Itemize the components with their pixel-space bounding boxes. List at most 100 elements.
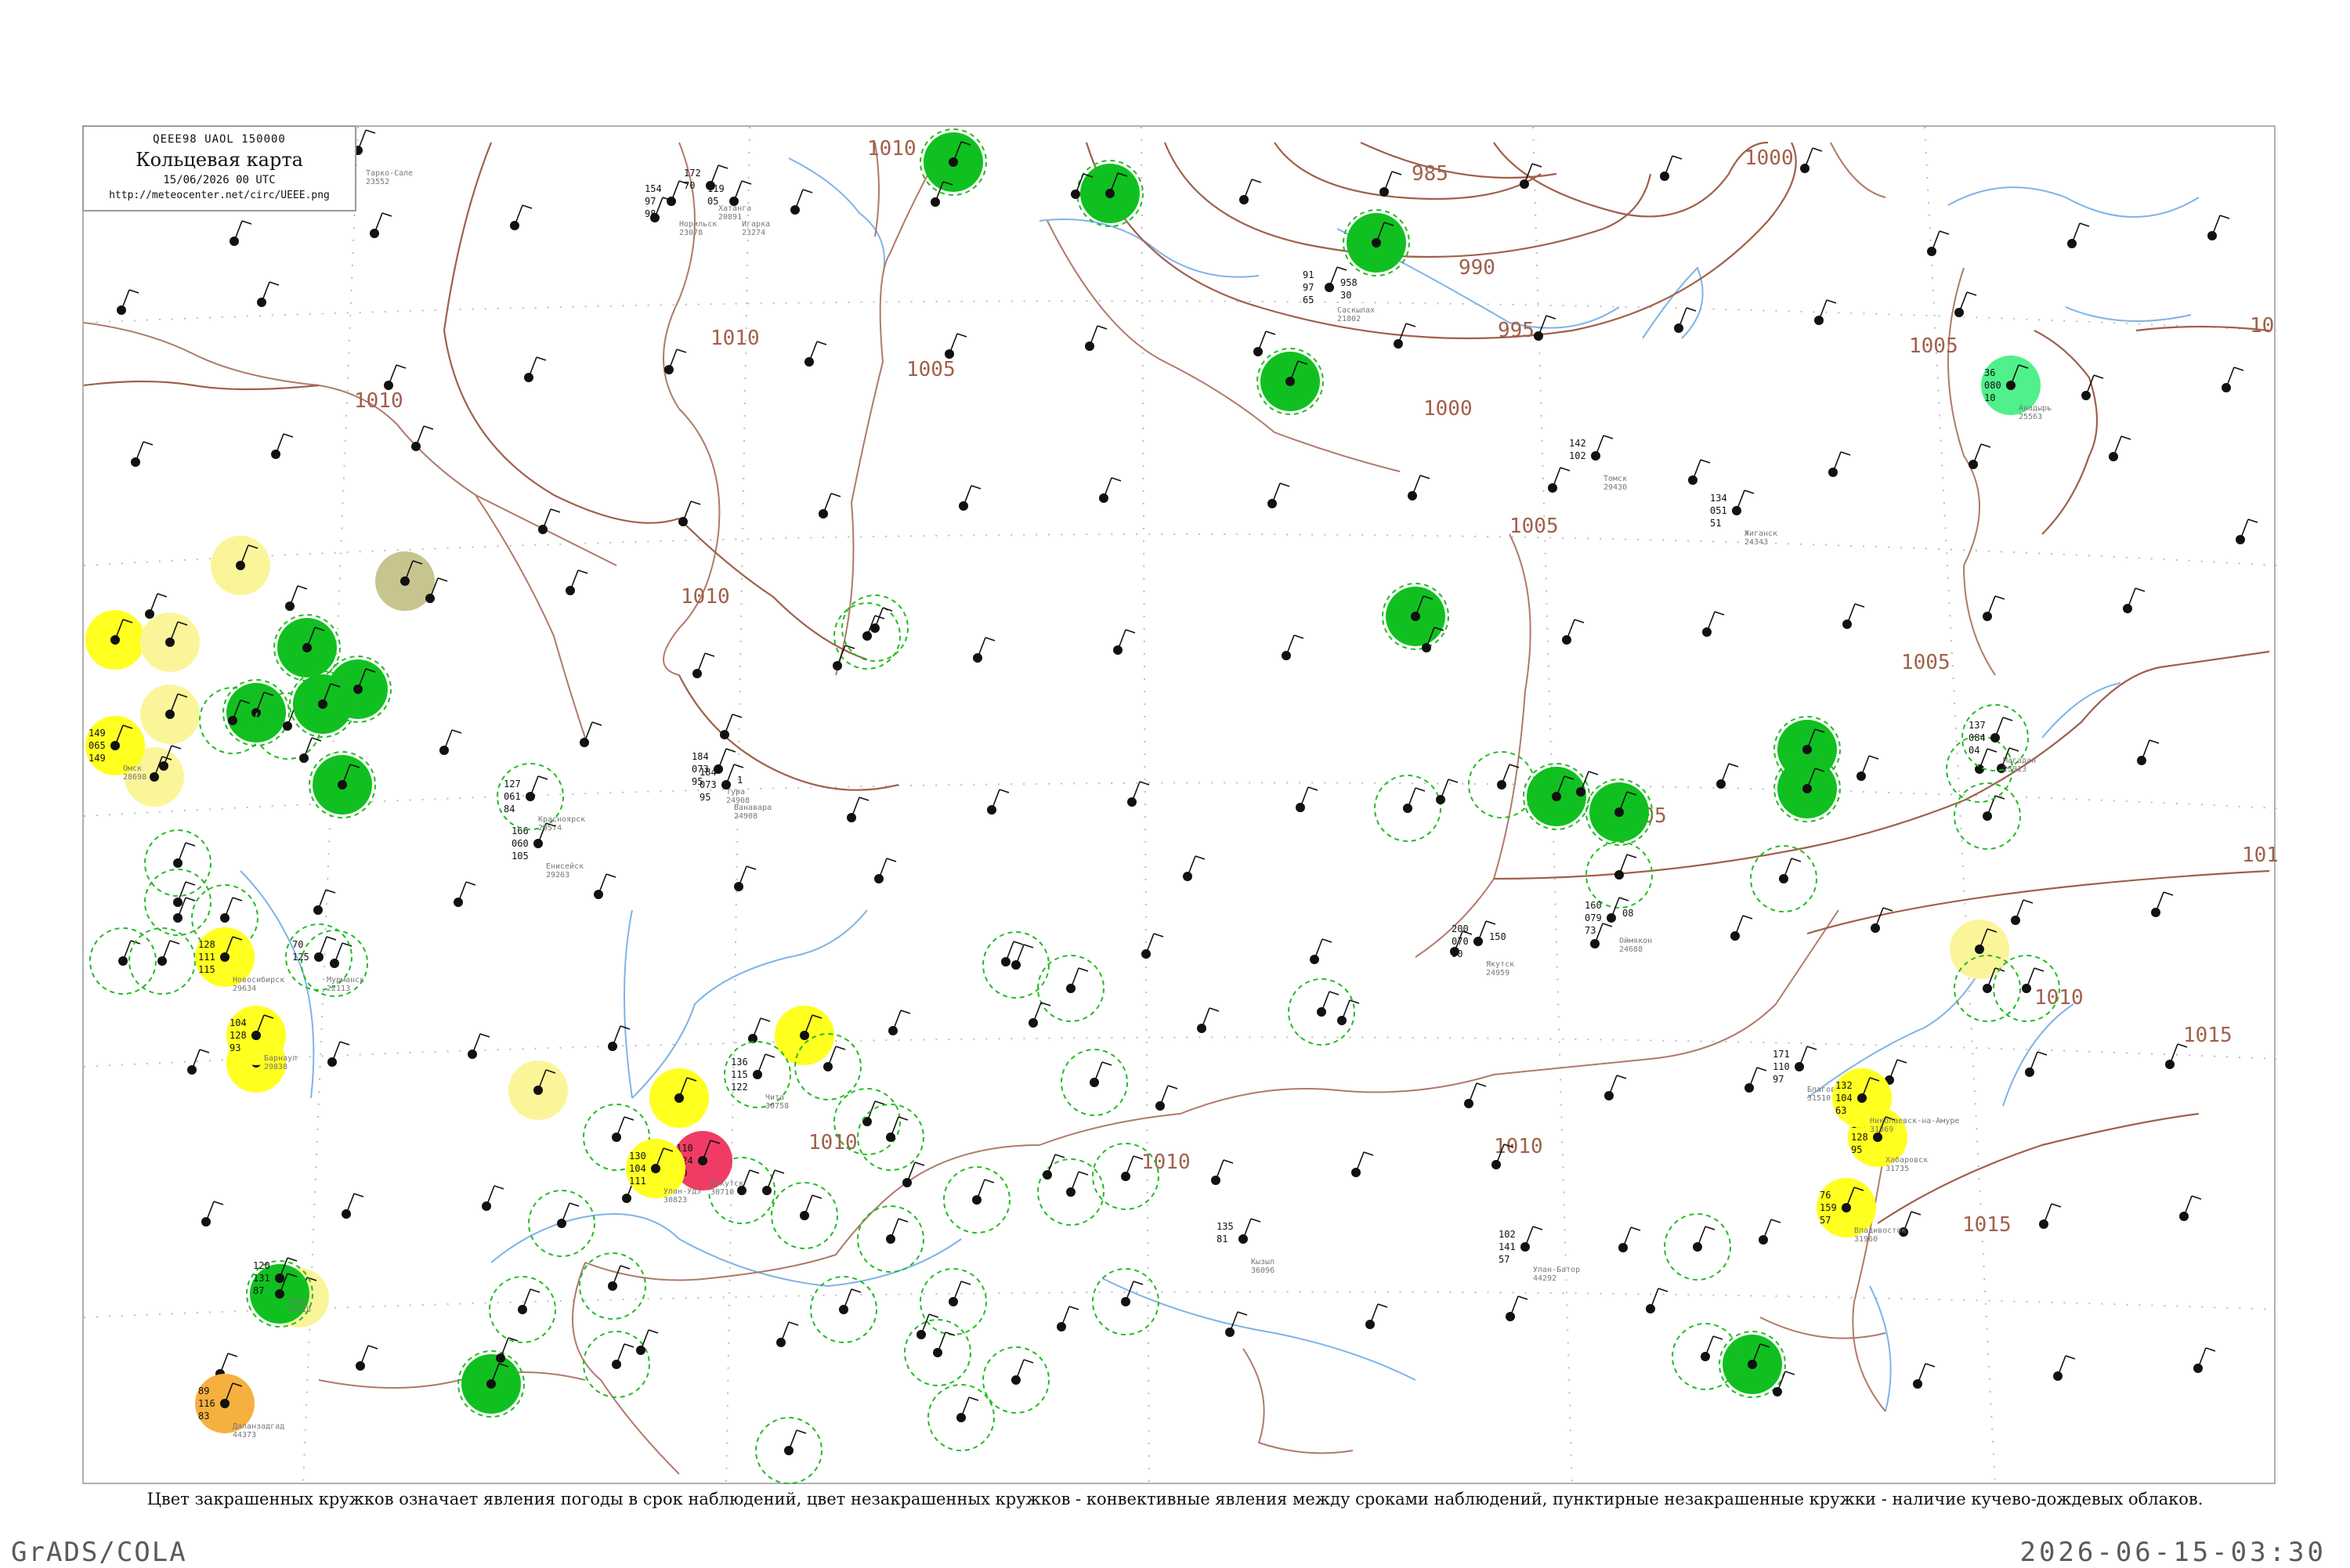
station-marker: [1374, 775, 1441, 842]
wind-barb: [161, 940, 171, 962]
wind-barb-flag: [1826, 299, 1837, 304]
wind-barb-flag: [1054, 1154, 1065, 1158]
wind-barb: [1131, 781, 1141, 803]
wind-barb-flag: [1812, 147, 1823, 152]
station-marker: [1464, 1082, 1487, 1108]
station-25913[interactable]: 137084 04 Магадан25913: [1961, 704, 2036, 774]
wind-barb-flag: [1700, 459, 1711, 464]
station-23078[interactable]: 154 9798 Норильск23078: [645, 180, 717, 237]
wind-barb: [668, 349, 678, 370]
wind-barb: [616, 1116, 625, 1138]
station-name: Даланзадгад: [233, 1422, 284, 1431]
wind-barb: [977, 637, 986, 659]
station-index: 24688: [1619, 945, 1643, 954]
station-21802[interactable]: 91 9765 958 30 Саскылах21802: [1303, 266, 1375, 323]
wind-barb: [1187, 855, 1196, 877]
station-name: Ванавара: [734, 804, 772, 812]
wind-barb: [1341, 999, 1350, 1021]
station-marker: [528, 1190, 595, 1257]
station-glyphs: [85, 128, 2258, 1484]
wind-barb-flag: [1078, 967, 1089, 972]
temperature-value: 128: [230, 1030, 247, 1041]
station-marker: [538, 508, 561, 534]
wind-barb-flag: [232, 897, 243, 901]
station-marker: [927, 1384, 995, 1451]
temperature-value: 111: [198, 952, 215, 963]
station-index: 31735: [1885, 1165, 1909, 1173]
station-22113[interactable]: 70 125 Мурманск22113: [285, 923, 364, 993]
wind-barb: [1736, 490, 1745, 511]
extra-value: 30: [1340, 290, 1351, 301]
station-marker: [1506, 1295, 1528, 1321]
station-name: Улан-Удэ: [663, 1187, 701, 1196]
station-25563[interactable]: 36 08010 Анадырь25563: [1981, 356, 2052, 421]
temperature-value: 116: [198, 1398, 215, 1409]
dewpoint-value: 98: [645, 208, 656, 219]
station-index: 31960: [1854, 1235, 1878, 1244]
station-name: Хабаровск: [1885, 1155, 1928, 1165]
wind-barb-flag: [1744, 490, 1755, 494]
wind-barb-flag: [522, 204, 533, 209]
wind-barb: [357, 129, 367, 151]
wind-barb: [303, 737, 313, 759]
wind-barb-flag: [1630, 1227, 1641, 1231]
station-24959[interactable]: 200 07090 150 Якутск24959: [1452, 920, 1514, 977]
station-marker: [1562, 619, 1585, 645]
station-name: Красноярск: [538, 815, 585, 824]
wind-barb-flag: [2008, 747, 2019, 752]
wind-barb-flag: [1111, 477, 1122, 482]
station-44292[interactable]: 102141 57 Улан-Батор44292: [1499, 1226, 1580, 1283]
station-29430[interactable]: 142102 Томск29430: [1569, 435, 1627, 492]
station-marker: [230, 220, 252, 246]
wind-barb-flag: [213, 1201, 224, 1205]
station-29574[interactable]: 127 061 84 Красноярск29574: [497, 763, 585, 833]
wind-barb: [1692, 459, 1701, 481]
station-marker: [1337, 999, 1360, 1025]
station-36096[interactable]: 135 81 Кызыл36096: [1217, 1218, 1274, 1275]
wind-barb-flag: [128, 289, 139, 294]
station-marker: [945, 333, 967, 359]
dewpoint-value: 105: [512, 851, 529, 862]
temperature-value: 102: [1569, 450, 1586, 461]
wind-barb: [2029, 1051, 2038, 1073]
wind-barb-flag: [620, 1265, 631, 1270]
wind-barb: [1697, 1226, 1706, 1248]
wind-barb: [1047, 1154, 1056, 1176]
wind-barb-flag: [1618, 897, 1629, 901]
station-44373[interactable]: 89 116 83 Даланзадгад44373: [195, 1374, 284, 1440]
wind-barb: [878, 858, 888, 880]
wind-barb-flag: [2023, 899, 2034, 904]
temperature-value: 110: [1773, 1061, 1790, 1072]
pressure-value: 127: [504, 779, 521, 789]
station-29634[interactable]: 128 111115 Новосибирск29634: [195, 927, 284, 993]
station-marker: [1927, 230, 1950, 256]
station-marker: [370, 212, 392, 238]
station-31369[interactable]: 132 10463 Николаевск-на-Амуре31369: [1832, 1068, 1959, 1134]
station-index: 25913: [2003, 765, 2026, 774]
temperature-value: 060: [512, 838, 529, 849]
station-28698[interactable]: 149065149Омск28698: [85, 716, 146, 782]
station-31960[interactable]: 76159 57 Владивосток31960: [1817, 1178, 1906, 1244]
source-url[interactable]: http://meteocenter.net/circ/UEEE.png: [84, 190, 355, 201]
temperature-value: 084: [1969, 732, 1986, 743]
wind-barb-flag: [569, 1202, 580, 1207]
wind-barb-flag: [844, 645, 855, 649]
station-24343[interactable]: 134051 51 Жиганск24343: [1710, 490, 1777, 547]
station-marker: [1379, 171, 1402, 197]
wind-barb-flag: [1448, 779, 1459, 783]
station-index: 44292: [1533, 1274, 1556, 1283]
wind-barb-flag: [1896, 1059, 1907, 1064]
wind-barb-flag: [1791, 858, 1802, 862]
wind-barb-flag: [1251, 179, 1262, 183]
station-marker: [692, 652, 715, 678]
station-marker: [2039, 1203, 2062, 1229]
wind-barb-flag: [530, 1288, 540, 1293]
pressure-value: 160: [1585, 900, 1602, 911]
pressure-value: 172: [684, 168, 701, 179]
station-marker: [904, 1319, 971, 1386]
wind-barb-flag: [835, 1046, 846, 1050]
wind-barb: [1015, 944, 1025, 966]
isobar-label: 1010: [354, 389, 403, 413]
weather-map-canvas[interactable]: 985 990 995 1000 1000 1005 1005 1005 100…: [84, 127, 2277, 1486]
wind-barb: [2026, 967, 2035, 989]
